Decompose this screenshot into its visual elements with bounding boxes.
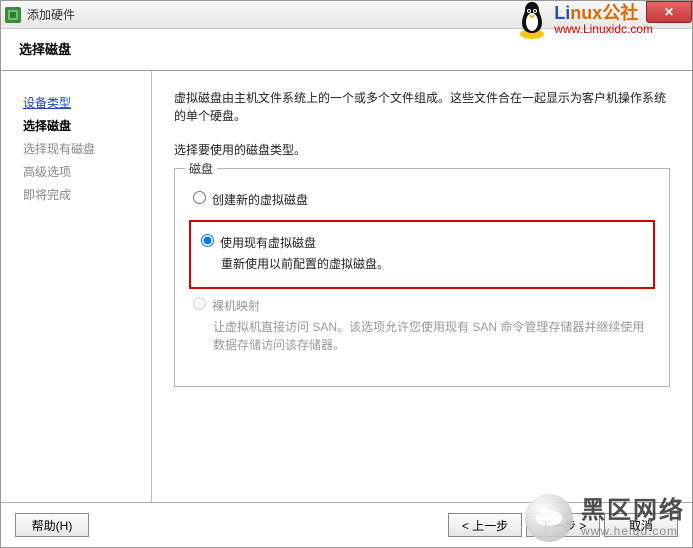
wizard-steps: 设备类型 选择磁盘 选择现有磁盘 高级选项 即将完成 xyxy=(1,71,151,502)
heiqu-bubble-icon xyxy=(525,494,573,542)
option-rdm: 裸机映射 让虚拟机直接访问 SAN。该选项允许您使用现有 SAN 命令管理存储器… xyxy=(189,291,655,360)
watermark-heiqu: 黑区网络 www.heiqu.com xyxy=(525,494,685,542)
option-rdm-sub: 让虚拟机直接访问 SAN。该选项允许您使用现有 SAN 命令管理存储器并继续使用… xyxy=(213,318,651,354)
help-button[interactable]: 帮助(H) xyxy=(15,513,89,537)
step-device-type[interactable]: 设备类型 xyxy=(23,91,143,114)
watermark-linux-brand-b: nux xyxy=(570,3,602,23)
option-use-existing-label: 使用现有虚拟磁盘 xyxy=(220,236,316,250)
back-button[interactable]: < 上一步 xyxy=(448,513,522,537)
option-use-existing-sub: 重新使用以前配置的虚拟磁盘。 xyxy=(221,255,641,273)
disk-group: 磁盘 创建新的虚拟磁盘 使用现有虚拟磁盘 重新使用以前配置的虚拟磁盘。 裸机映射… xyxy=(174,168,670,387)
option-create-new-label: 创建新的虚拟磁盘 xyxy=(212,193,308,207)
close-icon: ✕ xyxy=(664,5,674,19)
radio-create-new[interactable] xyxy=(193,191,206,204)
watermark-linux-brand-a: Li xyxy=(554,3,570,23)
option-rdm-label: 裸机映射 xyxy=(212,299,260,313)
radio-rdm xyxy=(193,297,206,310)
app-icon xyxy=(5,7,21,23)
heiqu-name: 黑区网络 xyxy=(581,498,685,524)
page-title: 选择磁盘 xyxy=(19,39,674,58)
heiqu-url: www.heiqu.com xyxy=(581,525,685,538)
step-select-existing: 选择现有磁盘 xyxy=(23,137,143,160)
option-use-existing[interactable]: 使用现有虚拟磁盘 重新使用以前配置的虚拟磁盘。 xyxy=(197,228,645,279)
window-title: 添加硬件 xyxy=(27,6,75,23)
radio-use-existing[interactable] xyxy=(201,234,214,247)
tux-icon xyxy=(514,0,550,40)
watermark-linux: Linux公社 www.Linuxidc.com xyxy=(514,0,653,40)
main-area: 设备类型 选择磁盘 选择现有磁盘 高级选项 即将完成 虚拟磁盘由主机文件系统上的… xyxy=(1,71,692,502)
step-select-disk: 选择磁盘 xyxy=(23,114,143,137)
description-text: 虚拟磁盘由主机文件系统上的一个或多个文件组成。这些文件合在一起显示为客户机操作系… xyxy=(174,89,670,125)
prompt-text: 选择要使用的磁盘类型。 xyxy=(174,141,670,158)
dialog-window: 添加硬件 ✕ Linux公社 www.Linuxidc.com 选择磁盘 设备类… xyxy=(0,0,693,548)
step-advanced: 高级选项 xyxy=(23,160,143,183)
content-panel: 虚拟磁盘由主机文件系统上的一个或多个文件组成。这些文件合在一起显示为客户机操作系… xyxy=(151,71,692,502)
step-ready: 即将完成 xyxy=(23,183,143,206)
highlight-existing-box: 使用现有虚拟磁盘 重新使用以前配置的虚拟磁盘。 xyxy=(189,220,655,289)
watermark-linux-tag: 公社 xyxy=(602,3,638,23)
option-create-new[interactable]: 创建新的虚拟磁盘 xyxy=(189,185,655,214)
watermark-linux-url: www.Linuxidc.com xyxy=(554,23,653,36)
disk-group-legend: 磁盘 xyxy=(185,160,217,177)
